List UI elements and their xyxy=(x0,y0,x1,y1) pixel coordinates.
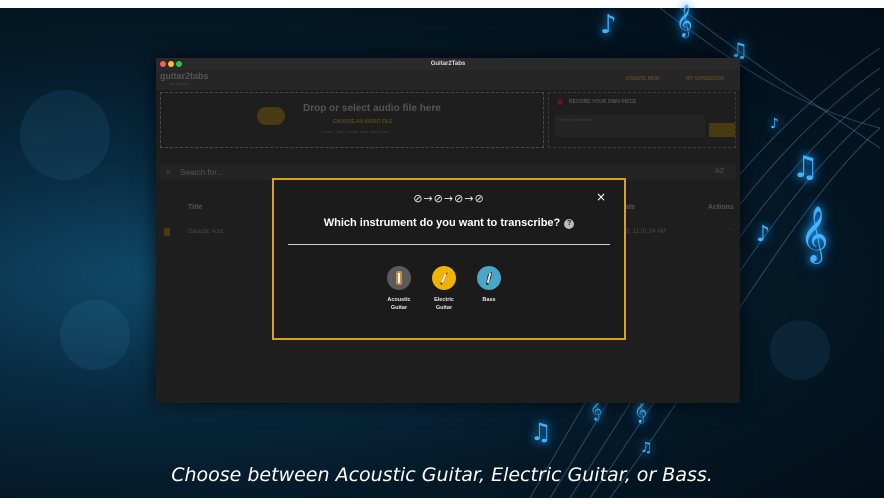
close-window-button[interactable] xyxy=(160,61,166,67)
instrument-option-bass[interactable]: Bass xyxy=(469,266,509,304)
row-date: 8, 11:01:24 AM xyxy=(626,229,666,235)
dropzone-title: Drop or select audio file here xyxy=(303,103,441,114)
modal-divider xyxy=(288,244,610,245)
instrument-label: Electric Guitar xyxy=(434,297,454,311)
minimize-window-button[interactable] xyxy=(168,61,174,67)
treble-clef-icon: 𝄞 xyxy=(676,4,693,37)
bass-guitar-icon xyxy=(477,266,501,290)
video-caption: Choose between Acoustic Guitar, Electric… xyxy=(171,464,713,486)
instrument-label: Acoustic Guitar xyxy=(387,297,411,311)
music-note-icon: ♫ xyxy=(792,150,819,185)
youtube-link-input[interactable]: Enter a youtube link xyxy=(555,115,705,137)
question-text: Which instrument do you want to transcri… xyxy=(323,217,561,229)
logo-subtitle: by Klangio xyxy=(170,81,189,86)
help-icon[interactable]: ? xyxy=(564,219,575,229)
window-title: Guitar2Tabs xyxy=(430,61,466,67)
step-progress: ⊘→⊘→⊘→⊘ xyxy=(413,192,485,205)
column-header-title[interactable]: Title xyxy=(188,204,202,211)
search-icon: ⌕ xyxy=(166,166,172,176)
row-actions-button[interactable]: ... xyxy=(728,226,733,232)
music-note-icon: ♪ xyxy=(600,10,617,40)
instrument-select-modal: ⊘→⊘→⊘→⊘ × Which instrument do you want t… xyxy=(272,178,626,340)
cloud-upload-icon xyxy=(257,107,285,125)
electric-guitar-icon xyxy=(432,266,456,290)
treble-clef-icon: 𝄞 xyxy=(800,206,829,262)
music-note-icon: ♫ xyxy=(530,418,552,446)
music-note-icon: ♪ xyxy=(770,116,779,132)
row-title[interactable]: Galactic Acid xyxy=(188,229,223,235)
search-input[interactable]: Search for... xyxy=(180,168,223,177)
file-icon xyxy=(164,228,170,236)
record-title: RECORD YOUR OWN PIECE xyxy=(569,99,637,105)
audio-dropzone[interactable]: Drop or select audio file here CHOOSE AN… xyxy=(160,92,544,148)
choose-file-link[interactable]: CHOOSE AN AUDIO FILE xyxy=(333,119,393,125)
music-note-icon: ♪ xyxy=(756,222,771,247)
logo-text: guitar2tabs xyxy=(160,71,209,81)
acoustic-guitar-icon xyxy=(387,266,411,290)
instrument-label: Bass xyxy=(482,297,496,303)
music-note-icon: ♫ xyxy=(640,440,653,456)
bokeh-light xyxy=(60,300,130,370)
nav-my-songbook[interactable]: MY SONGBOOK xyxy=(686,76,725,82)
bokeh-light xyxy=(20,90,110,180)
instrument-option-electric-guitar[interactable]: Electric Guitar xyxy=(424,266,464,312)
formats-hint: (*.wav, *.mp3, *.m4a, *.flac, and more) xyxy=(321,129,389,134)
sort-button[interactable]: AZ xyxy=(715,168,724,175)
app-header: guitar2tabs by Klangio CREATE NEW MY SON… xyxy=(156,70,740,90)
window-titlebar: Guitar2Tabs xyxy=(156,58,740,70)
youtube-submit-button[interactable] xyxy=(709,123,735,137)
nav-create-new[interactable]: CREATE NEW xyxy=(626,76,659,82)
maximize-window-button[interactable] xyxy=(176,61,182,67)
bottom-border xyxy=(0,498,884,504)
record-icon xyxy=(557,99,563,105)
close-icon[interactable]: × xyxy=(596,190,606,204)
top-border xyxy=(0,0,884,8)
record-panel: RECORD YOUR OWN PIECE Enter a youtube li… xyxy=(548,92,736,148)
column-header-actions: Actions xyxy=(708,204,734,211)
modal-question: Which instrument do you want to transcri… xyxy=(274,217,624,229)
app-logo[interactable]: guitar2tabs by Klangio xyxy=(160,71,209,86)
instrument-option-acoustic-guitar[interactable]: Acoustic Guitar xyxy=(379,266,419,312)
